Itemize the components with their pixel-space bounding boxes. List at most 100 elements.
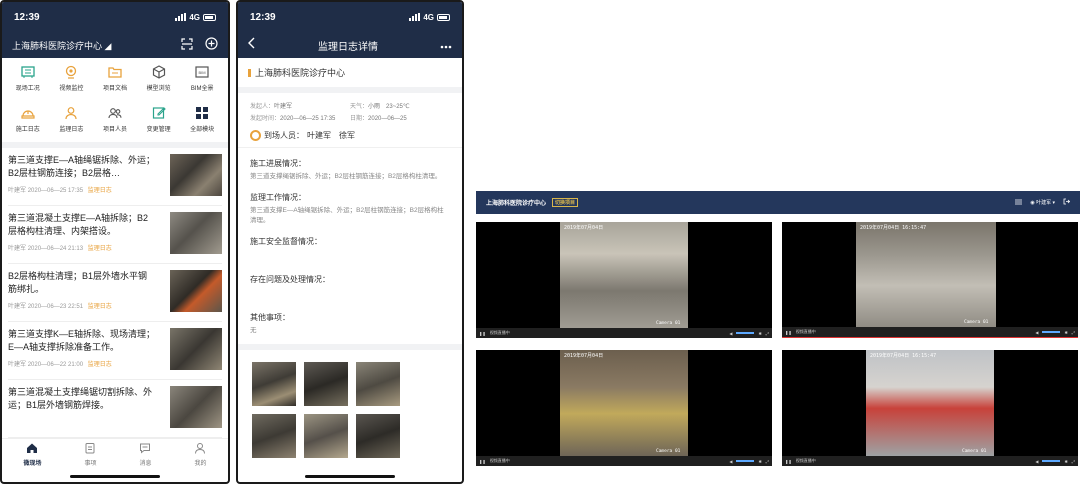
camera-icon	[63, 64, 79, 80]
desktop-header: 上海肺科医院诊疗中心 切换项目 ◉ 叶建军 ▾	[476, 191, 1080, 214]
pause-icon[interactable]: ❚❚	[479, 331, 486, 336]
quick-menu-item[interactable]: 施工日志	[6, 105, 50, 142]
camera-timestamp: 2019年07月04日 16:15:47	[870, 353, 937, 359]
quick-menu-item[interactable]: BIM BIM全景	[180, 64, 224, 101]
pause-icon[interactable]: ❚❚	[785, 330, 792, 335]
quick-menu-item[interactable]: 监理日志	[50, 105, 94, 142]
quick-menu-item[interactable]: 现场工况	[6, 64, 50, 101]
fullscreen-icon[interactable]: ⤢	[1072, 330, 1075, 335]
list-item[interactable]: 第三道混凝土支撑E—A轴拆除；B2层格构柱清理、内架搭设。 叶建军 2020—0…	[8, 206, 222, 264]
fullscreen-icon[interactable]: ⤢	[766, 459, 769, 464]
camera-player[interactable]: 2019年07月04日 Camera 01 ❚❚ 视频直播中 ◀ ✱ ⤢	[476, 222, 772, 338]
folder-icon	[107, 64, 123, 80]
section-title: 存在问题及处理情况：	[250, 275, 330, 284]
settings-icon[interactable]: ✱	[758, 459, 761, 464]
section-body	[250, 288, 450, 302]
site-photo[interactable]	[304, 362, 348, 406]
camera-player[interactable]: 2019年07月04日 16:15:47 Camera 01 ❚❚ 视频直播中 …	[782, 222, 1078, 338]
detail-org-header: 上海肺科医院诊疗中心	[238, 58, 462, 93]
camera-id: Camera 01	[964, 320, 989, 325]
detail-sections: 施工进展情况： 第三道支撑绳锯拆除、外运；B2层柱钢筋连接；B2层格构柱清理。监…	[238, 158, 462, 336]
settings-icon[interactable]: ✱	[758, 331, 761, 336]
pause-icon[interactable]: ❚❚	[479, 459, 486, 464]
settings-icon[interactable]: ✱	[1064, 459, 1067, 464]
log-type-tag: 监理日志	[87, 304, 112, 310]
player-controls: ❚❚ 视频直播中 ◀ ✱ ⤢	[476, 456, 772, 466]
volume-slider[interactable]	[1042, 331, 1061, 333]
feed-thumbnail	[170, 328, 222, 370]
list-item[interactable]: 第三道支撑K—E轴拆除、现场清理；E—A轴支撑拆除准备工作。 叶建军 2020—…	[8, 322, 222, 380]
quick-menu-item[interactable]: 项目人员	[93, 105, 137, 142]
volume-slider[interactable]	[1042, 460, 1061, 462]
list-item[interactable]: B2层格构柱清理；B1层外墙水平钢筋绑扎。 叶建军 2020—06—23 22:…	[8, 264, 222, 322]
quick-menu-item[interactable]: 项目文档	[93, 64, 137, 101]
feed-meta: 叶建军 2020—06—25 17:35 监理日志	[8, 188, 112, 194]
section-body: 无	[250, 327, 257, 334]
feed-meta: 叶建军 2020—06—24 21:13 监理日志	[8, 246, 112, 252]
battery-icon	[437, 13, 450, 21]
tab-home[interactable]: 微现场	[23, 439, 42, 470]
status-time: 12:39	[14, 11, 40, 23]
site-photo[interactable]	[356, 414, 400, 458]
fullscreen-icon[interactable]: ⤢	[1072, 459, 1075, 464]
volume-icon[interactable]: ◀	[729, 331, 732, 336]
site-condition-icon	[20, 64, 36, 80]
tab-user[interactable]: 我的	[194, 439, 207, 470]
detail-section: 监理工作情况： 第三道支撑E—A轴绳锯拆除、外运；B2层柱钢筋连接；B2层格构柱…	[238, 192, 462, 226]
section-title: 施工进展情况：	[250, 159, 306, 168]
bim-icon: BIM	[194, 64, 210, 80]
log-type-tag: 监理日志	[87, 246, 112, 252]
org-selector[interactable]: 上海肺科医院诊疗中心 ◢	[12, 39, 111, 52]
quick-menu-grid: 现场工况 视频监控 项目文档 模型浏览 BIM BIM全景 施工日志 监理日志 项…	[2, 58, 228, 148]
camera-player[interactable]: 2019年07月04日 16:15:47 Camera 01 ❚❚ 视频直播中 …	[782, 350, 1078, 466]
log-feed-list: 第三道支撑E—A轴绳锯拆除、外运；B2层柱钢筋连接；B2层格… 叶建军 2020…	[2, 148, 228, 438]
player-controls: ❚❚ 视频直播中 ◀ ✱ ⤢	[782, 456, 1078, 466]
feed-meta: 叶建军 2020—06—22 21:00 监理日志	[8, 362, 112, 368]
status-bar: 12:39 4G	[2, 2, 228, 32]
tab-message[interactable]: 消息	[139, 439, 152, 470]
pause-icon[interactable]: ❚❚	[785, 459, 792, 464]
scan-icon[interactable]	[181, 37, 193, 53]
live-status: 视频直播中	[489, 330, 510, 335]
list-item[interactable]: 第三道混凝土支撑绳锯切割拆除、外运；B1层外墙钢筋焊接。	[8, 380, 222, 438]
settings-icon[interactable]: ✱	[1064, 330, 1067, 335]
volume-slider[interactable]	[736, 332, 755, 334]
fullscreen-icon[interactable]: ⤢	[766, 331, 769, 336]
phone-home-screen: 12:39 4G 上海肺科医院诊疗中心 ◢ 现场工况 视频监控 项目文档 模型浏…	[0, 0, 230, 484]
tab-task[interactable]: 事项	[84, 439, 97, 470]
list-item[interactable]: 第三道支撑E—A轴绳锯拆除、外运；B2层柱钢筋连接；B2层格… 叶建军 2020…	[8, 148, 222, 206]
attendees-icon	[250, 130, 261, 141]
volume-icon[interactable]: ◀	[1035, 330, 1038, 335]
back-icon[interactable]	[248, 36, 256, 54]
people-icon	[107, 105, 123, 121]
camera-player[interactable]: 2019年07月04日 Camera 01 ❚❚ 视频直播中 ◀ ✱ ⤢	[476, 350, 772, 466]
feed-title: 第三道混凝土支撑E—A轴拆除；B2层格构柱清理、内架搭设。	[8, 213, 149, 236]
player-controls: ❚❚ 视频直播中 ◀ ✱ ⤢	[782, 327, 1078, 337]
quick-menu-item[interactable]: 变更管理	[137, 105, 181, 142]
volume-slider[interactable]	[736, 460, 755, 462]
volume-icon[interactable]: ◀	[729, 459, 732, 464]
live-status: 视频直播中	[795, 458, 816, 463]
section-body	[250, 250, 450, 264]
quick-menu-item[interactable]: 全部模块	[180, 105, 224, 142]
quick-menu-item[interactable]: 视频监控	[50, 64, 94, 101]
quick-menu-item[interactable]: 模型浏览	[137, 64, 181, 101]
grid-icon	[194, 105, 210, 121]
switch-project-button[interactable]: 切换项目	[552, 198, 579, 207]
network-label: 4G	[423, 12, 434, 22]
svg-text:BIM: BIM	[199, 70, 206, 75]
feed-thumbnail	[170, 154, 222, 196]
add-icon[interactable]	[205, 37, 218, 53]
site-photo[interactable]	[356, 362, 400, 406]
site-photo[interactable]	[252, 362, 296, 406]
page-title: 监理日志详情	[318, 41, 378, 53]
logout-icon[interactable]	[1063, 198, 1071, 207]
user-menu[interactable]: ◉ 叶建军 ▾	[1030, 199, 1055, 206]
publish-time-value: 2020—06—25 17:35	[280, 116, 336, 122]
list-icon[interactable]	[1015, 199, 1023, 207]
more-icon[interactable]	[440, 36, 452, 54]
volume-icon[interactable]: ◀	[1035, 459, 1038, 464]
site-photo[interactable]	[252, 414, 296, 458]
log-type-tag: 监理日志	[87, 188, 112, 194]
site-photo[interactable]	[304, 414, 348, 458]
